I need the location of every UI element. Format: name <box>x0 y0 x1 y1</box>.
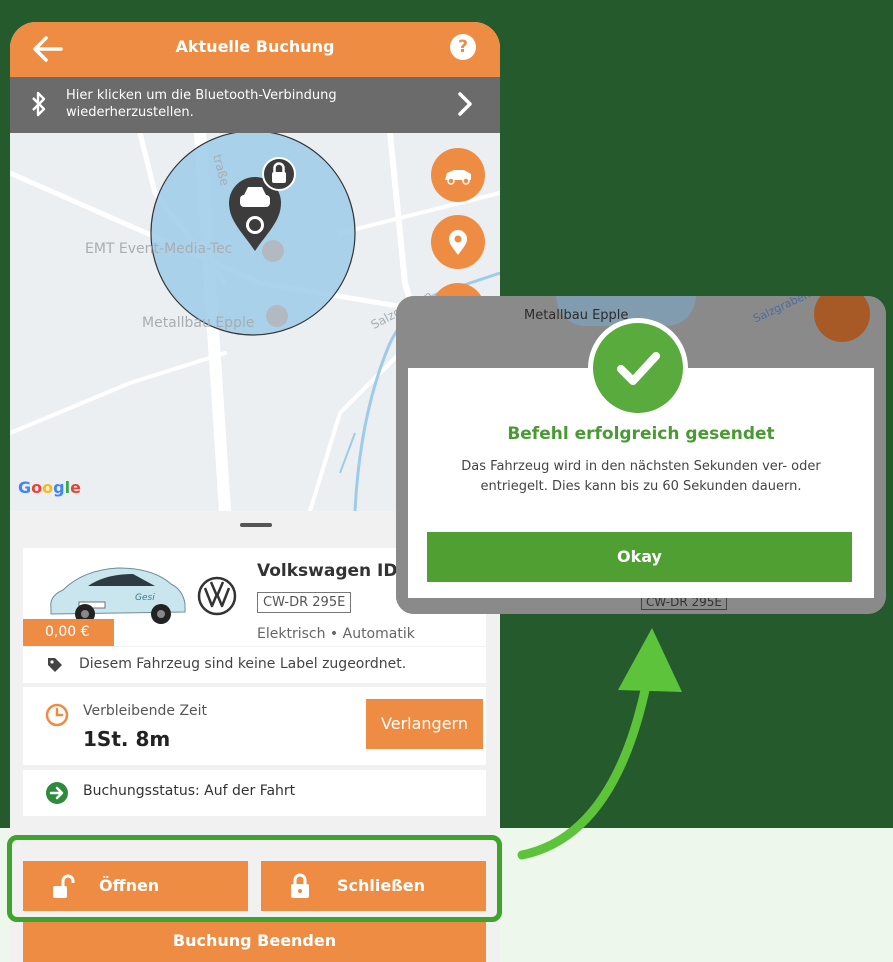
backdrop-map-label: Metallbau Epple <box>524 308 629 323</box>
location-fab-button[interactable] <box>431 215 485 269</box>
app-header: Aktuelle Buchung ? <box>10 22 500 77</box>
okay-button[interactable]: Okay <box>427 532 852 582</box>
bluetooth-reconnect-banner[interactable]: Hier klicken um die Bluetooth-Verbindung… <box>10 77 500 133</box>
bluetooth-icon <box>32 91 46 117</box>
remaining-time-label: Verbleibende Zeit <box>83 703 208 719</box>
remaining-time-card: Verbleibende Zeit 1St. 8m Verlangern <box>23 687 486 765</box>
vw-logo-icon <box>197 576 237 616</box>
arrow-circle-icon <box>46 782 68 804</box>
google-logo: Google <box>18 478 81 497</box>
labels-text: Diesem Fahrzeug sind keine Label zugeord… <box>79 656 407 672</box>
page-title: Aktuelle Buchung <box>175 37 335 56</box>
tag-icon <box>48 658 62 672</box>
remaining-time-value: 1St. 8m <box>83 727 171 751</box>
curved-arrow-icon <box>517 628 682 860</box>
map-label-poi: Metallbau Epple <box>142 315 255 331</box>
bluetooth-banner-text: Hier klicken um die Bluetooth-Verbindung… <box>66 88 337 120</box>
help-icon[interactable]: ? <box>450 34 476 60</box>
clock-icon <box>45 703 69 727</box>
labels-row: Diesem Fahrzeug sind keine Label zugeord… <box>23 647 486 683</box>
dialog-message: Das Fahrzeug wird in den nächsten Sekund… <box>461 459 821 494</box>
success-dialog-overlay: Metallbau Epple Salzgraben CW-DR 295E Be… <box>396 296 886 614</box>
map-label-poi: EMT Event-Media-Tec <box>85 241 233 257</box>
car-fab-icon <box>445 170 471 185</box>
car-sticker: Gesi <box>135 593 155 603</box>
vehicle-name: Volkswagen ID.3 <box>257 561 416 581</box>
license-plate: CW-DR 295E <box>257 592 352 613</box>
check-icon <box>617 352 660 385</box>
dialog-title: Befehl erfolgreich gesendet <box>507 424 775 444</box>
lock-icon <box>262 157 296 191</box>
booking-status-row: Buchungsstatus: Auf der Fahrt <box>23 770 486 816</box>
vehicle-properties: Elektrisch • Automatik <box>257 626 415 642</box>
car-fab-button[interactable] <box>431 148 485 202</box>
sheet-drag-handle[interactable] <box>240 523 272 527</box>
booking-status-text: Buchungsstatus: Auf der Fahrt <box>83 783 296 799</box>
extend-button[interactable]: Verlangern <box>366 699 483 749</box>
location-pin-icon <box>449 230 467 255</box>
success-badge <box>588 318 688 418</box>
chevron-right-icon <box>458 92 472 116</box>
car-image: Gesi <box>50 567 186 624</box>
actions-highlight-frame <box>7 835 502 922</box>
price-tag: 0,00 € <box>23 619 114 646</box>
end-booking-button[interactable]: Buchung Beenden <box>23 920 486 962</box>
